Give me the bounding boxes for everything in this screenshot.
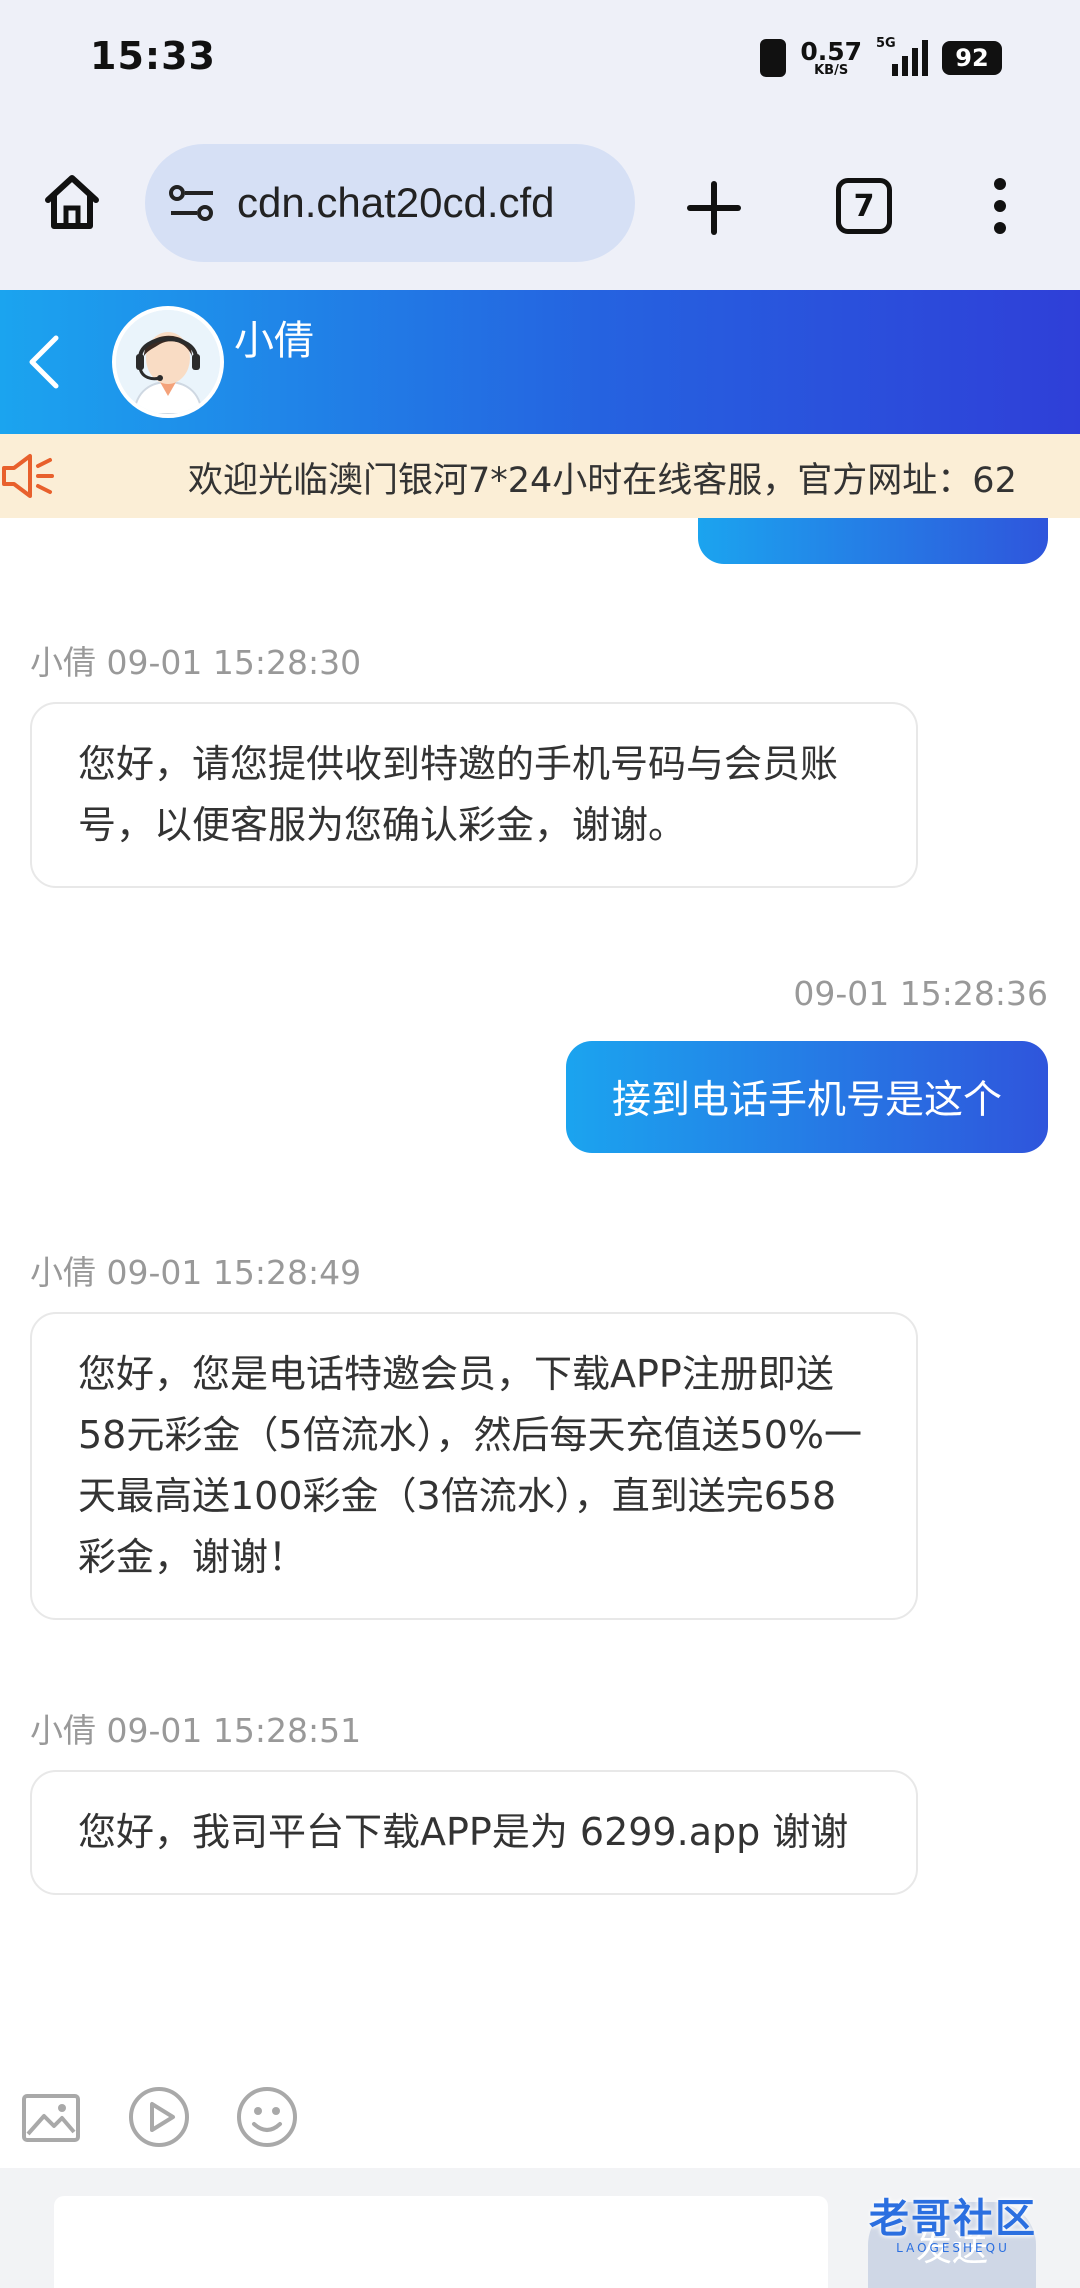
network-speed-value: 0.57 xyxy=(800,37,862,66)
video-icon[interactable] xyxy=(126,2084,192,2150)
message-meta: 09-01 15:28:36 xyxy=(793,974,1048,1013)
chat-message-list[interactable]: 小倩 09-01 15:28:30 您好，请您提供收到特邀的手机号码与会员账号，… xyxy=(0,518,1080,1928)
image-icon[interactable] xyxy=(18,2084,84,2150)
watermark-logo: 老哥社区 LAOGESHEQU xyxy=(840,2190,1066,2262)
status-time: 15:33 xyxy=(90,34,216,78)
tab-switcher-button[interactable]: 7 xyxy=(836,178,892,234)
message-meta: 小倩 09-01 15:28:51 xyxy=(30,1711,362,1750)
incoming-message-bubble: 您好，您是电话特邀会员，下载APP注册即送58元彩金（5倍流水），然后每天充值送… xyxy=(30,1312,918,1620)
url-text[interactable]: cdn.chat20cd.cfd xyxy=(237,179,555,227)
agent-avatar-image xyxy=(116,310,220,414)
outgoing-bubble-partial xyxy=(698,518,1048,564)
watermark-text: 老哥社区 xyxy=(869,2196,1037,2242)
message-input[interactable] xyxy=(54,2196,828,2288)
outgoing-message-bubble: 接到电话手机号是这个 xyxy=(565,1041,1048,1153)
incoming-message-bubble: 您好，请您提供收到特邀的手机号码与会员账号，以便客服为您确认彩金，谢谢。 xyxy=(30,702,918,888)
more-menu-icon[interactable] xyxy=(990,176,1010,236)
chat-header: 小倩 xyxy=(0,290,1080,434)
announcement-bar: 欢迎光临澳门银河7*24小时在线客服，官方网址：62 xyxy=(0,434,1080,518)
status-icons: 0.57 KB/S 5G 92 xyxy=(760,36,1002,80)
network-type: 5G xyxy=(876,36,896,51)
home-icon[interactable] xyxy=(40,170,104,234)
agent-name: 小倩 xyxy=(234,318,314,364)
emoji-icon[interactable] xyxy=(234,2084,300,2150)
address-bar[interactable]: cdn.chat20cd.cfd xyxy=(145,144,635,262)
battery-indicator: 92 xyxy=(942,41,1002,75)
incoming-message-bubble: 您好，我司平台下载APP是为 6299.app 谢谢 xyxy=(30,1770,918,1895)
speaker-icon xyxy=(2,454,54,498)
announcement-text: 欢迎光临澳门银河7*24小时在线客服，官方网址：62 xyxy=(188,461,1017,501)
network-speed: 0.57 KB/S xyxy=(800,39,862,77)
browser-toolbar: cdn.chat20cd.cfd 7 xyxy=(0,118,1080,290)
composer-toolbar xyxy=(0,2070,1080,2168)
vibrate-icon xyxy=(760,39,787,77)
site-settings-icon[interactable] xyxy=(167,183,217,223)
message-meta: 小倩 09-01 15:28:30 xyxy=(30,643,362,682)
status-bar: 15:33 0.57 KB/S 5G 92 xyxy=(0,0,1080,118)
new-tab-icon[interactable] xyxy=(684,178,744,238)
message-meta: 小倩 09-01 15:28:49 xyxy=(30,1253,362,1292)
agent-avatar xyxy=(112,306,224,418)
back-arrow-icon[interactable] xyxy=(24,332,64,392)
watermark-subtext: LAOGESHEQU xyxy=(896,2241,1010,2255)
signal-icon: 5G xyxy=(876,36,928,76)
network-speed-unit: KB/S xyxy=(814,63,849,78)
